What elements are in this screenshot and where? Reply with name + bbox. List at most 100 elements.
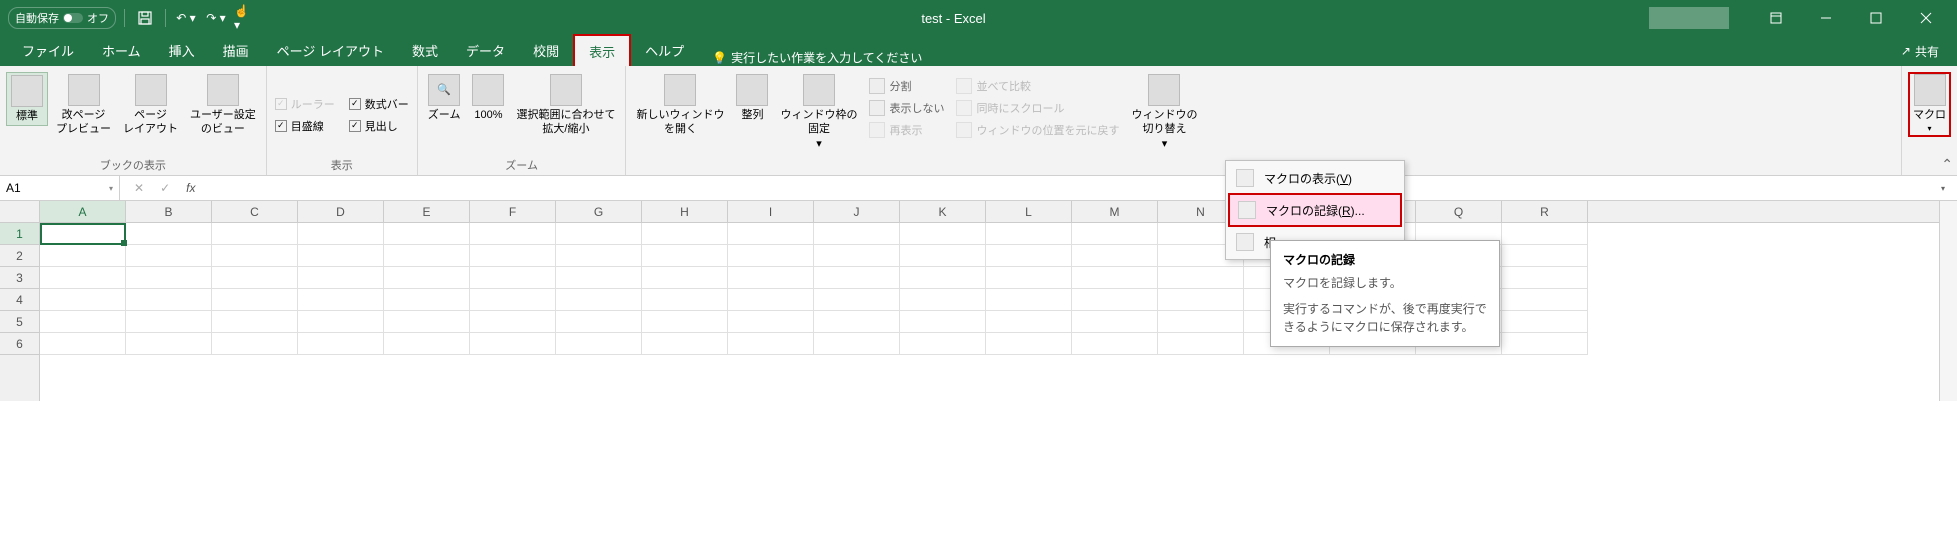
- cell[interactable]: [1072, 245, 1158, 267]
- cell[interactable]: [642, 333, 728, 355]
- cell[interactable]: [212, 311, 298, 333]
- close-button[interactable]: [1903, 0, 1949, 36]
- row-header[interactable]: 4: [0, 289, 39, 311]
- column-header[interactable]: G: [556, 201, 642, 222]
- autosave-toggle[interactable]: 自動保存 オフ: [8, 7, 116, 29]
- row-header[interactable]: 5: [0, 311, 39, 333]
- cell[interactable]: [298, 311, 384, 333]
- cell[interactable]: [814, 245, 900, 267]
- cell[interactable]: [384, 245, 470, 267]
- row-header[interactable]: 2: [0, 245, 39, 267]
- menu-record-macro[interactable]: マクロの記録(R)...: [1228, 193, 1402, 227]
- zoom-selection-button[interactable]: 選択範囲に合わせて 拡大/縮小: [512, 72, 619, 139]
- cell[interactable]: [1072, 223, 1158, 245]
- cell[interactable]: [986, 289, 1072, 311]
- tab-view[interactable]: 表示: [573, 34, 631, 67]
- tab-draw[interactable]: 描画: [209, 35, 263, 66]
- normal-view-button[interactable]: 標準: [6, 72, 48, 126]
- tab-formulas[interactable]: 数式: [398, 35, 452, 66]
- cell[interactable]: [212, 333, 298, 355]
- cell[interactable]: [126, 267, 212, 289]
- cell[interactable]: [900, 333, 986, 355]
- column-header[interactable]: K: [900, 201, 986, 222]
- cell[interactable]: [126, 245, 212, 267]
- cell[interactable]: [900, 245, 986, 267]
- share-button[interactable]: ↗ 共有: [1891, 36, 1949, 66]
- cell[interactable]: [384, 223, 470, 245]
- zoom-button[interactable]: 🔍 ズーム: [424, 72, 465, 124]
- cell[interactable]: [40, 245, 126, 267]
- cell[interactable]: [212, 245, 298, 267]
- tell-me-search[interactable]: 💡 実行したい作業を入力してください: [698, 49, 936, 66]
- column-header[interactable]: A: [40, 201, 126, 222]
- cell[interactable]: [298, 223, 384, 245]
- cell[interactable]: [126, 311, 212, 333]
- redo-icon[interactable]: ↷ ▾: [204, 6, 228, 30]
- headings-checkbox[interactable]: ✓ 見出し: [347, 116, 411, 136]
- name-box[interactable]: A1 ▾: [0, 176, 120, 200]
- cell[interactable]: [986, 223, 1072, 245]
- vertical-scrollbar[interactable]: [1939, 201, 1957, 401]
- cell[interactable]: [814, 223, 900, 245]
- cell[interactable]: [556, 333, 642, 355]
- cell[interactable]: [470, 333, 556, 355]
- switch-windows-button[interactable]: ウィンドウの 切り替え ▾: [1127, 72, 1201, 153]
- cell[interactable]: [384, 333, 470, 355]
- cell[interactable]: [126, 289, 212, 311]
- cell[interactable]: [900, 267, 986, 289]
- insert-function-button[interactable]: fx: [182, 181, 199, 195]
- expand-formula-bar-button[interactable]: ▾: [1929, 184, 1957, 193]
- tab-insert[interactable]: 挿入: [155, 35, 209, 66]
- tab-help[interactable]: ヘルプ: [631, 35, 698, 66]
- cell[interactable]: [556, 245, 642, 267]
- maximize-button[interactable]: [1853, 0, 1899, 36]
- column-header[interactable]: L: [986, 201, 1072, 222]
- cell[interactable]: [384, 289, 470, 311]
- split-button[interactable]: 分割: [865, 76, 948, 96]
- cell[interactable]: [212, 223, 298, 245]
- cell[interactable]: [1502, 245, 1588, 267]
- touch-mode-icon[interactable]: ☝ ▾: [234, 6, 258, 30]
- column-header[interactable]: R: [1502, 201, 1588, 222]
- cell[interactable]: [556, 267, 642, 289]
- cell[interactable]: [1502, 267, 1588, 289]
- column-header[interactable]: B: [126, 201, 212, 222]
- row-header[interactable]: 6: [0, 333, 39, 355]
- column-header[interactable]: Q: [1416, 201, 1502, 222]
- cell[interactable]: [1072, 333, 1158, 355]
- macros-button[interactable]: マクロ ▾: [1908, 72, 1951, 137]
- cell[interactable]: [298, 333, 384, 355]
- save-icon[interactable]: [133, 6, 157, 30]
- cell[interactable]: [298, 245, 384, 267]
- cell[interactable]: [728, 267, 814, 289]
- minimize-button[interactable]: [1803, 0, 1849, 36]
- cell[interactable]: [1502, 223, 1588, 245]
- tab-review[interactable]: 校閲: [519, 35, 573, 66]
- column-header[interactable]: I: [728, 201, 814, 222]
- cell[interactable]: [384, 267, 470, 289]
- cell[interactable]: [814, 289, 900, 311]
- cell[interactable]: [642, 289, 728, 311]
- gridlines-checkbox[interactable]: ✓ 目盛線: [273, 116, 337, 136]
- cell[interactable]: [40, 267, 126, 289]
- column-header[interactable]: M: [1072, 201, 1158, 222]
- cell[interactable]: [470, 311, 556, 333]
- account-button[interactable]: [1649, 7, 1729, 29]
- cell[interactable]: [470, 245, 556, 267]
- cell[interactable]: [986, 333, 1072, 355]
- hundred-percent-button[interactable]: 100%: [468, 72, 508, 124]
- cell[interactable]: [40, 289, 126, 311]
- tab-home[interactable]: ホーム: [88, 35, 155, 66]
- cell[interactable]: [470, 267, 556, 289]
- arrange-button[interactable]: 整列: [732, 72, 772, 124]
- column-header[interactable]: D: [298, 201, 384, 222]
- menu-view-macros[interactable]: マクロの表示(V): [1228, 163, 1402, 193]
- cell[interactable]: [212, 289, 298, 311]
- cell[interactable]: [384, 311, 470, 333]
- column-header[interactable]: E: [384, 201, 470, 222]
- cell[interactable]: [814, 311, 900, 333]
- column-header[interactable]: J: [814, 201, 900, 222]
- cell[interactable]: [1158, 333, 1244, 355]
- cell[interactable]: [298, 289, 384, 311]
- cell[interactable]: [1072, 289, 1158, 311]
